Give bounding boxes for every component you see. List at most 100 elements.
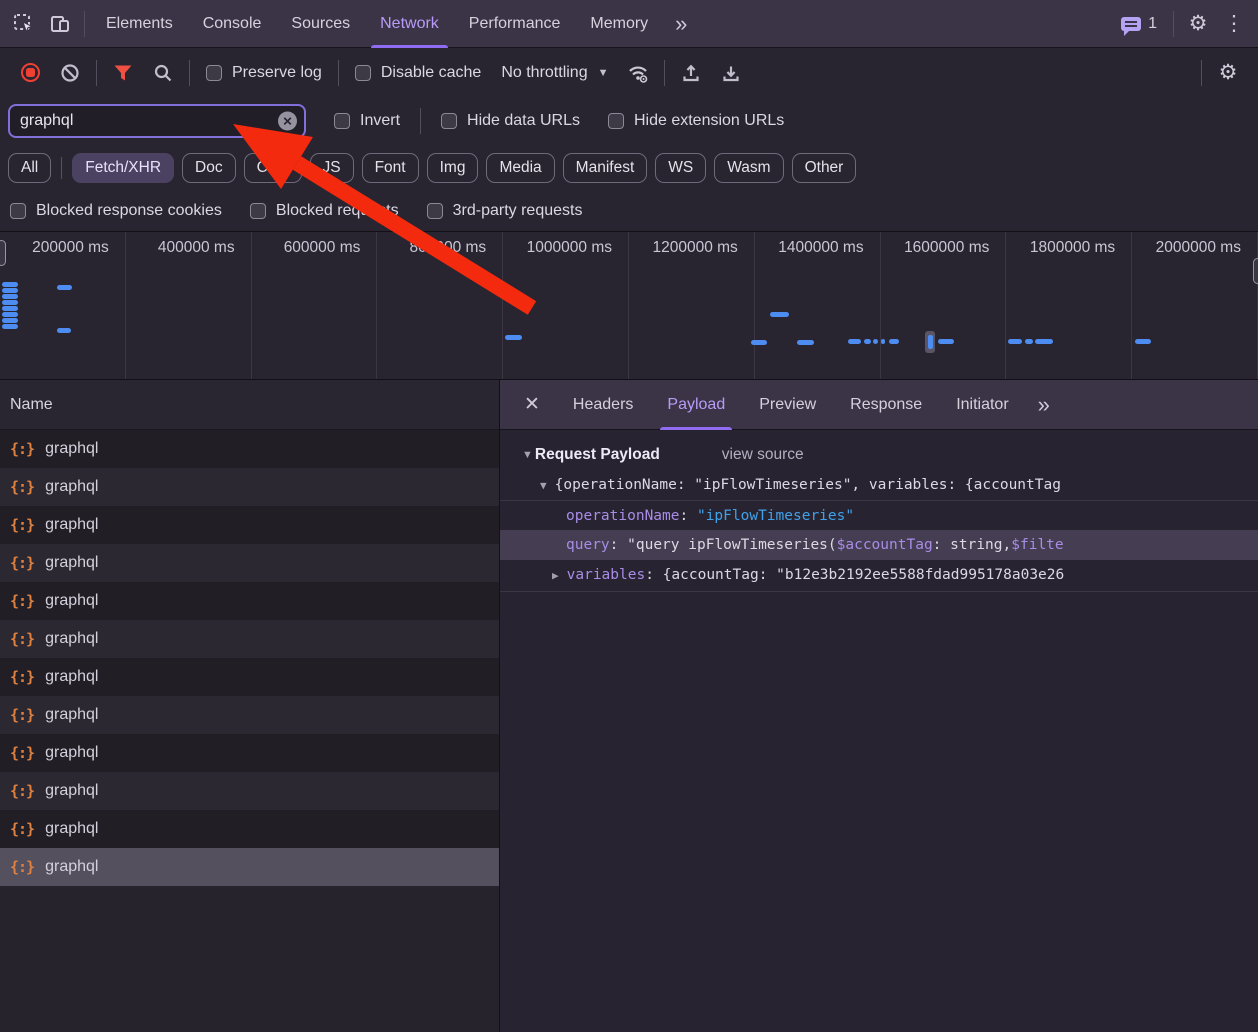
timeline-scroll-handle-left[interactable] [0, 240, 6, 266]
json-request-icon: {:} [10, 630, 34, 648]
network-overview-timeline[interactable]: 200000 ms400000 ms600000 ms800000 ms1000… [0, 231, 1258, 380]
request-payload-section[interactable]: ▼ Request Payload view source [500, 440, 1258, 470]
main-tab[interactable]: Network [365, 0, 454, 48]
request-row[interactable]: {:} graphql [0, 506, 499, 544]
close-detail-icon[interactable]: ✕ [508, 393, 556, 416]
resource-chip[interactable]: Wasm [714, 153, 783, 183]
payload-variables-row[interactable]: ▶ variables: {accountTag: "b12e3b2192ee5… [500, 560, 1258, 590]
request-name: graphql [45, 478, 98, 496]
invert-checkbox[interactable]: Invert [324, 112, 410, 130]
more-tabs-icon[interactable]: » [663, 11, 697, 37]
disable-cache-checkbox[interactable]: Disable cache [345, 64, 492, 82]
main-tab[interactable]: Sources [276, 0, 365, 48]
request-row[interactable]: {:} graphql [0, 696, 499, 734]
inspect-element-icon[interactable] [6, 7, 42, 41]
request-row[interactable]: {:} graphql [0, 848, 499, 886]
checkbox [206, 65, 222, 81]
resource-chip[interactable]: Manifest [563, 153, 648, 183]
record-network-log-button[interactable] [12, 56, 48, 90]
main-tab[interactable]: Console [188, 0, 277, 48]
blocked-filter-checkbox[interactable]: Blocked response cookies [10, 202, 222, 220]
json-request-icon: {:} [10, 668, 34, 686]
export-har-icon[interactable] [713, 56, 749, 90]
search-icon[interactable] [145, 56, 181, 90]
hide-data-urls-checkbox[interactable]: Hide data URLs [431, 112, 590, 130]
throttling-select[interactable]: No throttling ▼ [491, 64, 618, 82]
request-name: graphql [45, 630, 98, 648]
payload-summary-row[interactable]: ▼ {operationName: "ipFlowTimeseries", va… [500, 470, 1258, 500]
payload-operation-row[interactable]: operationName: "ipFlowTimeseries" [500, 500, 1258, 530]
resource-chip[interactable]: Other [792, 153, 857, 183]
collapse-triangle-icon[interactable]: ▼ [540, 479, 547, 492]
request-row[interactable]: {:} graphql [0, 582, 499, 620]
request-row[interactable]: {:} graphql [0, 430, 499, 468]
kebab-menu-icon[interactable]: ⋮ [1216, 7, 1252, 41]
request-name: graphql [45, 706, 98, 724]
settings-gear-icon[interactable]: ⚙ [1180, 7, 1216, 41]
issues-count: 1 [1148, 15, 1157, 33]
collapse-triangle-icon[interactable]: ▼ [522, 449, 533, 461]
view-source-link[interactable]: view source [722, 446, 804, 464]
main-tab[interactable]: Performance [454, 0, 576, 48]
divider [96, 60, 97, 86]
detail-tab[interactable]: Payload [650, 380, 742, 430]
detail-tab[interactable]: Preview [742, 380, 833, 430]
request-row[interactable]: {:} graphql [0, 468, 499, 506]
request-name: graphql [45, 668, 98, 686]
json-request-icon: {:} [10, 858, 34, 876]
divider [1201, 60, 1202, 86]
request-bar [938, 339, 954, 344]
resource-chip[interactable]: Fetch/XHR [72, 153, 174, 183]
import-har-icon[interactable] [673, 56, 709, 90]
detail-tab[interactable]: Response [833, 380, 939, 430]
clear-filter-icon[interactable]: ✕ [278, 112, 297, 131]
chevron-down-icon: ▼ [598, 67, 609, 79]
divider [338, 60, 339, 86]
resource-chip[interactable]: Font [362, 153, 419, 183]
request-name: graphql [45, 858, 98, 876]
timeline-scroll-handle-right[interactable] [1253, 258, 1258, 284]
filter-input[interactable] [10, 112, 304, 130]
hide-extension-urls-checkbox[interactable]: Hide extension URLs [598, 112, 794, 130]
blocked-filter-checkbox[interactable]: 3rd-party requests [427, 202, 583, 220]
resource-chip[interactable]: Img [427, 153, 479, 183]
preserve-log-checkbox[interactable]: Preserve log [196, 64, 332, 82]
main-tab[interactable]: Memory [575, 0, 663, 48]
payload-query-row[interactable]: query: "query ipFlowTimeseries($accountT… [500, 530, 1258, 560]
clear-network-log-icon[interactable] [52, 56, 88, 90]
resource-chip[interactable]: Doc [182, 153, 236, 183]
requests-list: {:} graphql {:} graphql {:} graphql {:} … [0, 430, 499, 1032]
resource-chip[interactable]: WS [655, 153, 706, 183]
resource-chip[interactable]: CSS [244, 153, 302, 183]
detail-tab[interactable]: Headers [556, 380, 650, 430]
divider [420, 108, 421, 134]
request-row[interactable]: {:} graphql [0, 620, 499, 658]
expand-triangle-icon[interactable]: ▶ [552, 569, 559, 582]
timeline-column: 600000 ms [252, 232, 378, 379]
request-row[interactable]: {:} graphql [0, 810, 499, 848]
resource-chip[interactable]: JS [310, 153, 354, 183]
timeline-column: 1600000 ms [881, 232, 1007, 379]
request-row[interactable]: {:} graphql [0, 544, 499, 582]
network-settings-gear-icon[interactable]: ⚙ [1210, 56, 1246, 90]
filter-icon[interactable] [105, 56, 141, 90]
request-row[interactable]: {:} graphql [0, 658, 499, 696]
resource-chip[interactable]: Media [486, 153, 554, 183]
json-request-icon: {:} [10, 782, 34, 800]
issues-button[interactable]: 1 [1111, 15, 1167, 33]
blocked-filter-checkbox[interactable]: Blocked requests [250, 202, 399, 220]
json-request-icon: {:} [10, 592, 34, 610]
detail-more-tabs-icon[interactable]: » [1026, 392, 1060, 418]
request-bar [1025, 339, 1033, 344]
request-row[interactable]: {:} graphql [0, 772, 499, 810]
main-tab[interactable]: Elements [91, 0, 188, 48]
detail-tab[interactable]: Initiator [939, 380, 1025, 430]
request-bar [57, 328, 71, 333]
blocked-filters-row: Blocked response cookies Blocked request… [0, 191, 1258, 231]
name-column-header[interactable]: Name [0, 380, 499, 430]
request-bar [2, 288, 18, 293]
network-conditions-icon[interactable] [620, 56, 656, 90]
chip-all[interactable]: All [8, 153, 51, 183]
request-row[interactable]: {:} graphql [0, 734, 499, 772]
device-toolbar-icon[interactable] [42, 7, 78, 41]
